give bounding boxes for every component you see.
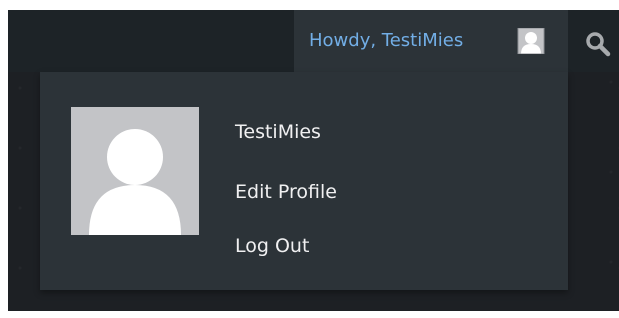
- avatar-icon[interactable]: [513, 28, 549, 54]
- howdy-greeting[interactable]: Howdy, TestiMies: [309, 30, 463, 52]
- user-silhouette-icon: [71, 107, 199, 235]
- screenshot-stage: Howdy, TestiMies TestiMies Edit Profile …: [0, 0, 619, 318]
- log-out-link[interactable]: Log Out: [235, 234, 309, 258]
- edit-profile-link[interactable]: Edit Profile: [235, 180, 337, 204]
- user-account-dropdown: TestiMies Edit Profile Log Out: [40, 72, 568, 290]
- menu-item-username[interactable]: TestiMies: [235, 120, 321, 144]
- my-account-menu-toggle[interactable]: Howdy, TestiMies: [294, 10, 568, 72]
- profile-avatar[interactable]: [71, 107, 199, 235]
- search-icon[interactable]: [584, 30, 612, 58]
